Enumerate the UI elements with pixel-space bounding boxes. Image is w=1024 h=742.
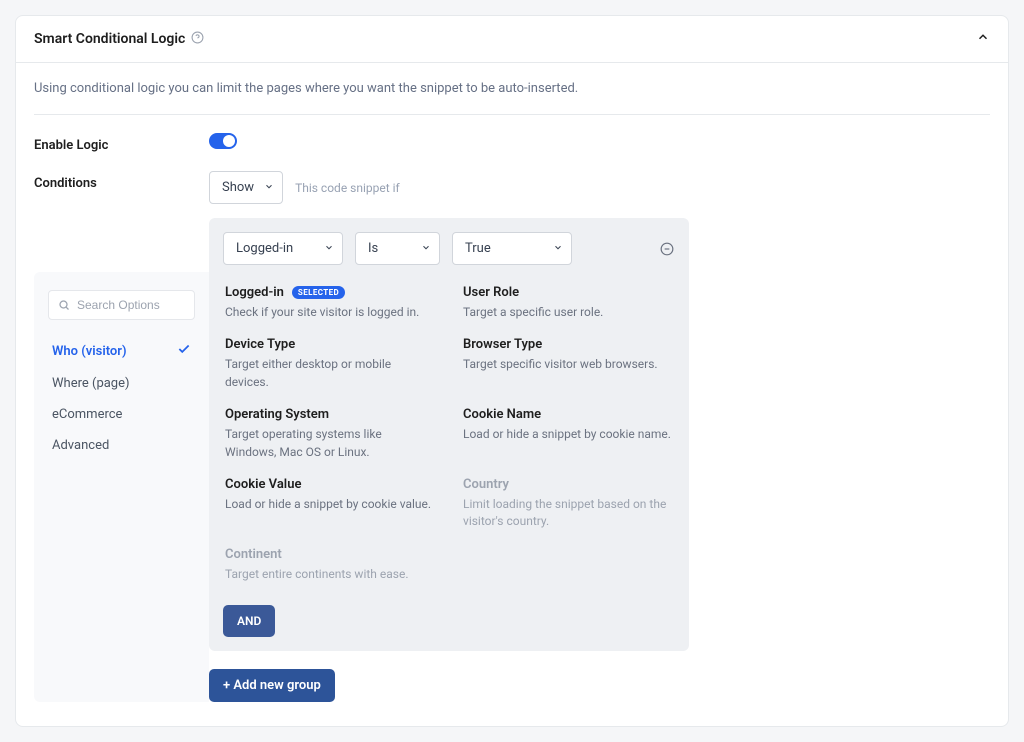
search-wrap (48, 290, 195, 320)
rule-operator-value: Is (368, 241, 378, 256)
option-desc: Load or hide a snippet by cookie value. (225, 496, 435, 513)
enable-logic-row: Enable Logic (34, 133, 990, 153)
option-title: Cookie Name (463, 407, 673, 422)
conditions-label: Conditions (34, 171, 209, 191)
option-title: User Role (463, 285, 673, 300)
option-desc: Limit loading the snippet based on the v… (463, 496, 673, 531)
option-title: Logged-inSELECTED (225, 285, 435, 300)
category-list: Who (visitor) Where (page) eCommerce Advanc… (48, 334, 195, 461)
enable-logic-label: Enable Logic (34, 133, 209, 153)
title-text: Smart Conditional Logic (34, 31, 185, 47)
chevron-down-icon (553, 241, 563, 256)
category-sidebar: Who (visitor) Where (page) eCommerce Advanc… (34, 272, 209, 702)
option-title: Operating System (225, 407, 435, 422)
and-button[interactable]: AND (223, 605, 275, 637)
option-title: Continent (225, 547, 435, 562)
option-desc: Target operating systems like Windows, M… (225, 426, 435, 461)
option-item[interactable]: Device Type Target either desktop or mobi… (225, 337, 435, 391)
enable-logic-toggle[interactable] (209, 133, 237, 149)
conditions-hint: This code snippet if (295, 181, 400, 195)
visibility-select[interactable]: Show (209, 171, 283, 204)
option-desc: Target specific visitor web browsers. (463, 356, 673, 373)
category-item[interactable]: Advanced (48, 430, 195, 461)
rule-value: True (465, 241, 491, 256)
card-body: Using conditional logic you can limit th… (16, 63, 1008, 726)
rule-field-select[interactable]: Logged-in (223, 232, 343, 265)
main-column: Logged-in Is True (209, 218, 689, 702)
rule-panel: Logged-in Is True (209, 218, 689, 651)
search-input[interactable] (48, 290, 195, 320)
option-desc: Check if your site visitor is logged in. (225, 304, 435, 321)
category-label: Who (visitor) (52, 344, 127, 359)
selected-badge: SELECTED (292, 286, 345, 299)
option-desc: Load or hide a snippet by cookie name. (463, 426, 673, 443)
option-item: Continent Target entire continents with e… (225, 547, 435, 583)
rule-row: Logged-in Is True (223, 232, 675, 265)
description: Using conditional logic you can limit th… (34, 81, 990, 115)
rule-field-value: Logged-in (236, 241, 293, 256)
option-desc: Target a specific user role. (463, 304, 673, 321)
option-item[interactable]: Browser Type Target specific visitor web … (463, 337, 673, 391)
option-title: Cookie Value (225, 477, 435, 492)
option-title: Country (463, 477, 673, 492)
category-label: Advanced (52, 438, 109, 453)
option-item[interactable]: Cookie Value Load or hide a snippet by co… (225, 477, 435, 531)
chevron-down-icon (421, 241, 431, 256)
category-label: Where (page) (52, 376, 130, 391)
option-item: Country Limit loading the snippet based o… (463, 477, 673, 531)
remove-rule-button[interactable] (659, 241, 675, 257)
conditions-row: Conditions Show This code snippet if (34, 171, 990, 204)
category-item[interactable]: eCommerce (48, 399, 195, 430)
option-desc: Target either desktop or mobile devices. (225, 356, 435, 391)
option-title: Browser Type (463, 337, 673, 352)
card-header: Smart Conditional Logic (16, 16, 1008, 63)
category-item[interactable]: Who (visitor) (48, 334, 195, 368)
chevron-down-icon (264, 180, 274, 195)
category-item[interactable]: Where (page) (48, 368, 195, 399)
conditional-logic-card: Smart Conditional Logic Using conditiona… (15, 15, 1009, 727)
option-item[interactable]: User Role Target a specific user role. (463, 285, 673, 321)
option-item[interactable]: Cookie Name Load or hide a snippet by coo… (463, 407, 673, 461)
rule-operator-select[interactable]: Is (355, 232, 440, 265)
check-icon (177, 342, 191, 360)
rule-value-select[interactable]: True (452, 232, 572, 265)
category-label: eCommerce (52, 407, 122, 422)
option-item[interactable]: Logged-inSELECTED Check if your site visi… (225, 285, 435, 321)
help-icon[interactable] (191, 31, 204, 48)
option-item[interactable]: Operating System Target operating systems… (225, 407, 435, 461)
option-desc: Target entire continents with ease. (225, 566, 435, 583)
chevron-down-icon (324, 241, 334, 256)
page-title: Smart Conditional Logic (34, 31, 204, 48)
options-grid: Logged-inSELECTED Check if your site visi… (223, 281, 675, 589)
collapse-icon[interactable] (976, 30, 990, 48)
visibility-value: Show (222, 180, 254, 195)
add-group-button[interactable]: + Add new group (209, 669, 335, 702)
search-icon (58, 299, 70, 311)
option-title: Device Type (225, 337, 435, 352)
conditions-block: Who (visitor) Where (page) eCommerce Advanc… (34, 218, 990, 702)
